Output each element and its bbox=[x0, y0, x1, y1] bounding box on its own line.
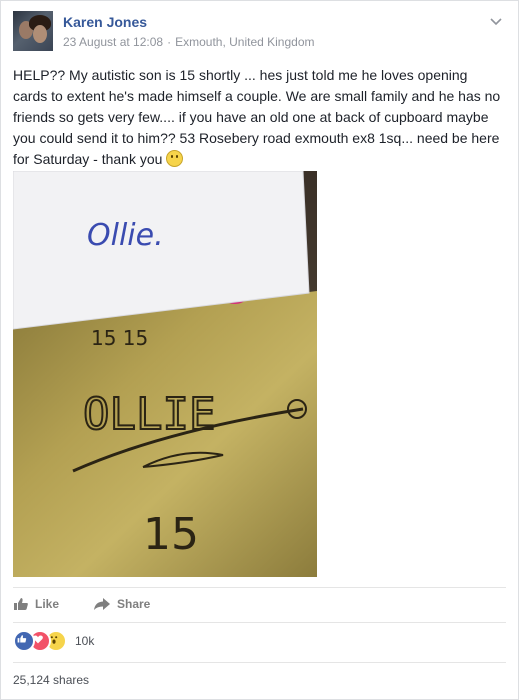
post-text: HELP?? My autistic son is 15 shortly ...… bbox=[13, 67, 501, 167]
share-icon bbox=[94, 598, 110, 610]
gold-number-text: 15 bbox=[143, 509, 199, 560]
share-label: Share bbox=[117, 597, 151, 611]
author-name[interactable]: Karen Jones bbox=[63, 14, 147, 30]
facebook-post: Karen Jones 23 August at 12:08 · Exmouth, … bbox=[0, 0, 519, 700]
smiley-emoji-icon bbox=[166, 150, 184, 167]
reaction-count: 10k bbox=[75, 634, 95, 648]
author-avatar[interactable] bbox=[13, 11, 53, 51]
divider bbox=[13, 662, 506, 663]
post-meta: 23 August at 12:08 · Exmouth, United Kingd… bbox=[63, 35, 315, 49]
shares-count[interactable]: 25,124 shares bbox=[13, 673, 89, 687]
reaction-summary[interactable]: 10k bbox=[13, 630, 94, 652]
like-icon bbox=[14, 598, 28, 610]
white-envelope-text: Ollie. bbox=[87, 218, 164, 253]
post-date[interactable]: 23 August at 12:08 bbox=[63, 35, 163, 49]
share-button[interactable]: Share bbox=[93, 596, 150, 612]
like-label: Like bbox=[35, 597, 60, 611]
like-reaction-icon bbox=[13, 630, 35, 652]
post-header: Karen Jones 23 August at 12:08 · Exmouth, … bbox=[13, 11, 506, 55]
gold-top-text: 15 15 bbox=[91, 326, 148, 350]
post-location[interactable]: Exmouth, United Kingdom bbox=[175, 35, 314, 49]
like-button[interactable]: Like bbox=[13, 596, 59, 612]
gold-name-text: OLLIE bbox=[83, 389, 215, 440]
post-actions: Like Share bbox=[13, 587, 506, 623]
post-body: HELP?? My autistic son is 15 shortly ...… bbox=[13, 65, 505, 170]
chevron-down-icon[interactable] bbox=[488, 13, 504, 29]
post-photo[interactable]: Ollie. 15 15 OLLIE 15 bbox=[13, 171, 317, 577]
